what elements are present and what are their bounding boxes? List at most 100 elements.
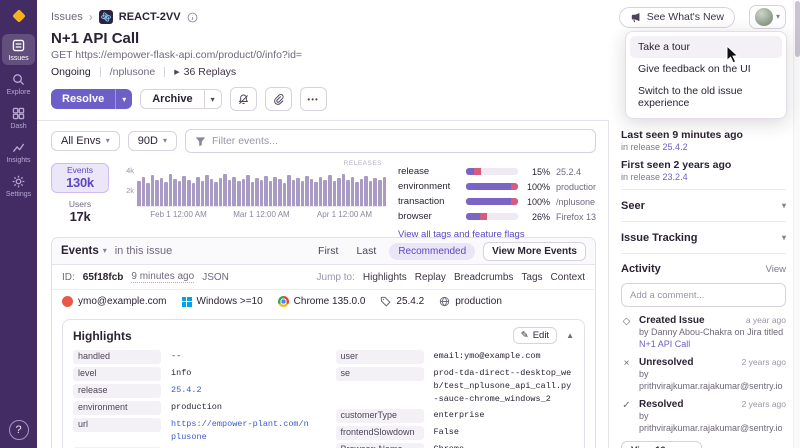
chart-bar [205, 174, 209, 206]
y-tick: 4k [126, 166, 134, 175]
whats-new-button[interactable]: See What's New [618, 6, 735, 28]
first-seen-release-link[interactable]: 23.2.4 [663, 172, 688, 182]
x-tick: Apr 1 12:00 AM [316, 210, 373, 219]
scrollbar-thumb[interactable] [795, 1, 800, 57]
jump-link-context[interactable]: Context [551, 272, 585, 283]
users-stat[interactable]: Users 17k [51, 197, 109, 227]
sidebar-item-explore[interactable]: Explore [2, 68, 35, 99]
activity-view-link[interactable]: View [766, 264, 786, 275]
jump-link-breadcrumbs[interactable]: Breadcrumbs [454, 272, 513, 283]
breadcrumb-issues-link[interactable]: Issues [51, 11, 83, 23]
tag-percent: 26% [531, 211, 550, 222]
info-icon[interactable] [187, 12, 198, 23]
archive-dropdown-button[interactable]: ▾ [203, 89, 222, 109]
sidebar-item-dash[interactable]: Dash [2, 102, 35, 133]
issue-status: Ongoing [51, 66, 91, 78]
menu-item-give-feedback[interactable]: Give feedback on the UI [630, 58, 782, 80]
tag-percent: 100% [526, 196, 550, 207]
chevron-down-icon: ▾ [102, 246, 107, 255]
view-all-tags-link[interactable]: View all tags and feature flags [398, 229, 525, 240]
json-link[interactable]: JSON [202, 272, 229, 283]
resolve-button[interactable]: Resolve [51, 89, 116, 109]
chart-bar [214, 182, 218, 206]
tag-name: environment [398, 181, 451, 192]
release-chip[interactable]: 25.4.2 [380, 296, 424, 307]
chart-bar [200, 181, 205, 206]
seer-section-toggle[interactable]: Seer ▾ [621, 196, 786, 215]
chart-bar [377, 180, 382, 206]
tag-row-transaction[interactable]: transaction 100% /nplusone [398, 195, 596, 208]
chart-bar [300, 181, 305, 206]
chevron-down-icon: ▾ [781, 200, 786, 210]
sidebar-item-insights[interactable]: Insights [2, 136, 35, 167]
last-seen-release-link[interactable]: 25.4.2 [663, 142, 688, 152]
menu-item-switch-old-experience[interactable]: Switch to the old issue experience [630, 80, 782, 114]
event-search-box[interactable] [184, 129, 596, 153]
search-input[interactable] [211, 135, 586, 147]
tag-row-browser[interactable]: browser 26% Firefox 135.0 [398, 210, 596, 223]
jump-to-label: Jump to: [316, 271, 355, 283]
jump-link-highlights[interactable]: Highlights [363, 272, 407, 283]
environment-filter[interactable]: All Envs ▾ [51, 131, 120, 151]
tag-name: transaction [398, 196, 445, 207]
activity-item-resolved: ✓ Resolved 2 years ago by prithvirajkuma… [621, 399, 786, 434]
highlight-key: customerType [335, 409, 424, 423]
chart-bar [218, 178, 223, 206]
activity-item-title: Created Issue [639, 315, 705, 326]
browser-chip[interactable]: Chrome 135.0.0 [277, 296, 366, 307]
tag-row-release[interactable]: release 15% 25.2.4 [398, 165, 596, 178]
sidebar-item-issues[interactable]: Issues [2, 34, 35, 65]
tag-row-environment[interactable]: environment 100% production [398, 180, 596, 193]
date-range-filter[interactable]: 90D ▾ [127, 131, 177, 151]
view-more-events-button[interactable]: View More Events [483, 241, 586, 261]
event-id[interactable]: 65f18fcb [83, 272, 124, 283]
os-chip[interactable]: Windows >=10 [181, 296, 263, 307]
edit-highlights-button[interactable]: ✎ Edit [512, 327, 558, 344]
highlight-value-link[interactable]: 25.4.2 [171, 384, 312, 397]
user-menu-button[interactable]: ▾ [748, 5, 786, 29]
sentry-logo-icon[interactable] [10, 7, 28, 25]
menu-item-take-a-tour[interactable]: Take a tour [630, 36, 782, 58]
activity-issue-link[interactable]: N+1 API Call [639, 339, 690, 349]
chart-bar [341, 173, 346, 206]
archive-button[interactable]: Archive [140, 89, 204, 109]
last-event-button[interactable]: Last [351, 243, 381, 259]
check-icon: ✓ [622, 400, 631, 411]
user-chip[interactable]: ymo@example.com [62, 296, 167, 307]
sidebar-item-settings[interactable]: Settings [2, 170, 35, 201]
chart-bar [241, 179, 246, 206]
first-event-button[interactable]: First [313, 243, 343, 259]
tag-distribution-bar [466, 213, 518, 220]
highlight-key: frontendSlowdown [335, 426, 424, 440]
highlight-value-link[interactable]: https://empower-plant.com/nplusone [171, 418, 312, 444]
issue-tracking-section-toggle[interactable]: Issue Tracking ▾ [621, 228, 786, 247]
recommended-button[interactable]: Recommended [389, 242, 476, 260]
event-timestamp[interactable]: 9 minutes ago [131, 271, 195, 283]
chart-bar [246, 174, 250, 206]
chevron-down-icon: ▾ [775, 12, 780, 21]
help-button[interactable]: ? [8, 420, 29, 440]
last-seen-block: Last seen 9 minutes ago in release 25.4.… [621, 129, 786, 152]
releases-toggle[interactable]: RELEASES [344, 160, 382, 167]
jump-link-replay[interactable]: Replay [415, 272, 446, 283]
replays-link[interactable]: ▶ 36 Replays [174, 66, 236, 78]
chart-bar [209, 179, 214, 206]
collapse-section-icon[interactable]: ▲ [566, 331, 574, 340]
page-scrollbar[interactable] [793, 0, 800, 448]
attachments-button[interactable] [264, 87, 292, 111]
comment-input[interactable] [621, 283, 786, 307]
events-dropdown[interactable]: Events ▾ [61, 245, 107, 257]
view-more-activity-button[interactable]: View 10 more [621, 441, 702, 448]
project-icon [98, 10, 113, 24]
jump-link-tags[interactable]: Tags [521, 272, 542, 283]
highlight-key: user [335, 350, 424, 364]
browser-chip-label: Chrome 135.0.0 [293, 296, 366, 307]
activity-item-time: 2 years ago [741, 399, 786, 409]
activity-title: Activity [621, 263, 661, 275]
chart-bar [173, 179, 177, 206]
mute-button[interactable] [229, 87, 257, 111]
resolve-dropdown-button[interactable]: ▾ [115, 89, 133, 109]
more-actions-button[interactable]: ••• [299, 87, 327, 111]
environment-chip[interactable]: production [439, 296, 502, 307]
events-stat[interactable]: Events 130k [51, 163, 109, 193]
